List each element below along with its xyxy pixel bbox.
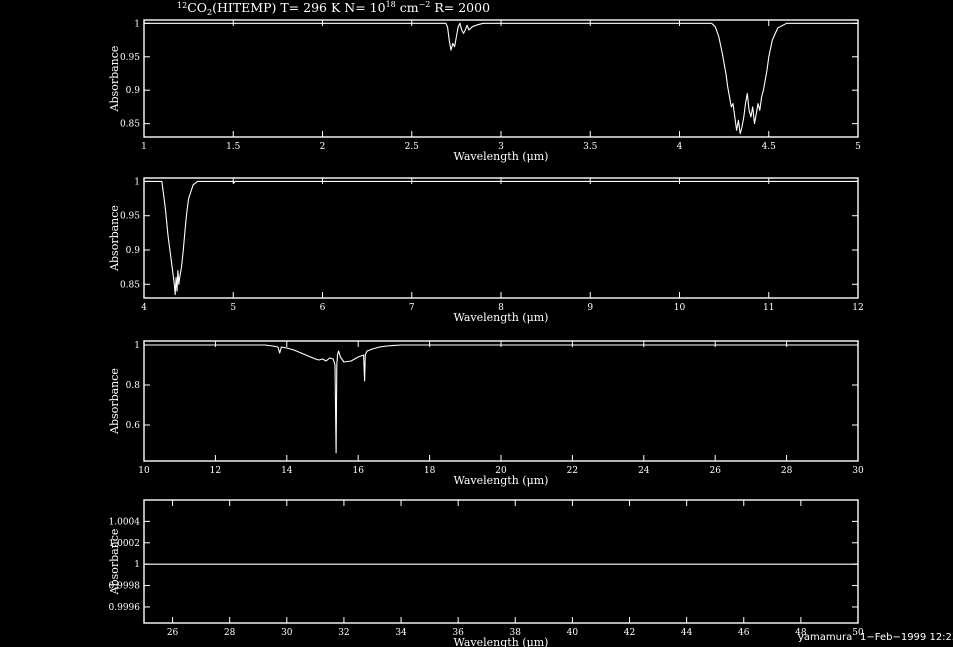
y-tick-label: 0.85 (120, 280, 140, 290)
x-tick-label: 42 (624, 628, 635, 638)
y-tick-label: 0.85 (120, 120, 140, 130)
x-axis-label: Wavelength (μm) (454, 311, 549, 324)
y-tick-label: 0.95 (120, 53, 140, 63)
title-conditions: (HITEMP) T= 296 K N= 10 (212, 0, 386, 15)
x-tick-label: 28 (781, 466, 793, 476)
x-tick-label: 28 (224, 628, 236, 638)
x-tick-label: 6 (320, 303, 326, 313)
panel-4: 26 28 30 32 34 36 38 40 42 44 46 48 500.99960.999811… (108, 499, 864, 647)
x-tick-label: 44 (681, 628, 693, 638)
x-tick-label: 1.5 (226, 142, 241, 152)
x-tick-label: 10 (674, 303, 686, 313)
x-tick-label: 9 (587, 303, 593, 313)
y-tick-label: 0.9 (126, 86, 141, 96)
y-tick-label: 0.95 (120, 212, 140, 222)
panel-3-spectrum-line (144, 344, 858, 454)
y-tick-label: 1 (134, 341, 140, 351)
y-axis-label: Absorbance (108, 46, 121, 113)
spectrum-figure: 12CO2(HITEMP) T= 296 K N= 1018 cm−2 R= 2… (108, 0, 953, 647)
title-isotope: 12 (177, 1, 187, 10)
x-tick-label: 12 (852, 303, 863, 313)
y-axis-label: Absorbance (108, 368, 121, 435)
panel-2-frame (143, 177, 859, 299)
x-tick-label: 26 (709, 466, 721, 476)
x-tick-label: 10 (138, 466, 150, 476)
y-tick-label: 0.8 (126, 381, 141, 391)
x-tick-label: 46 (738, 628, 750, 638)
x-tick-label: 34 (395, 628, 407, 638)
y-tick-label: 1 (134, 177, 140, 187)
panel-1-frame (143, 19, 859, 138)
x-tick-label: 7 (409, 303, 415, 313)
y-tick-label: 0.9 (126, 246, 141, 256)
y-tick-label: 1 (134, 19, 140, 29)
title-column-exponent: 18 (386, 0, 396, 9)
x-tick-label: 11 (763, 303, 774, 313)
x-tick-label: 4 (141, 303, 147, 313)
x-tick-label: 14 (281, 466, 293, 476)
y-tick-label: 0.9996 (109, 603, 141, 613)
title-species: CO (187, 0, 207, 15)
panel-1: 1 1.5 2 2.5 3 3.5 4 4.5 50.850.90.951Wavelength … (108, 19, 861, 163)
panel-4-frame (143, 499, 859, 624)
title-unit: cm (396, 0, 419, 15)
title-unit-exponent: −2 (419, 0, 431, 9)
x-tick-label: 5 (855, 142, 861, 152)
x-tick-label: 40 (567, 628, 579, 638)
x-tick-label: 2.5 (405, 142, 420, 152)
x-tick-label: 16 (352, 466, 364, 476)
y-tick-label: 1 (134, 560, 140, 570)
x-tick-label: 4 (677, 142, 683, 152)
x-tick-label: 26 (167, 628, 179, 638)
x-tick-label: 2 (320, 142, 326, 152)
title-resolution: R= 2000 (430, 0, 490, 15)
x-tick-label: 5 (230, 303, 236, 313)
figure-title: 12CO2(HITEMP) T= 296 K N= 1018 cm−2 R= 2… (177, 0, 490, 17)
x-tick-label: 24 (638, 466, 650, 476)
x-tick-label: 30 (281, 628, 293, 638)
panels: 1 1.5 2 2.5 3 3.5 4 4.5 50.850.90.951Wavelength … (108, 19, 864, 647)
y-tick-label: 1.0004 (109, 517, 141, 527)
panel-3: 10 12 14 16 18 20 22 24 26 28 300.60.81Wavelength … (108, 340, 864, 487)
panel-2-spectrum-line (144, 180, 858, 296)
x-axis-label: Wavelength (μm) (454, 474, 549, 487)
x-tick-label: 30 (852, 466, 864, 476)
x-tick-label: 18 (424, 466, 436, 476)
panel-1-spectrum-line (144, 22, 858, 135)
x-tick-label: 32 (338, 628, 349, 638)
panel-3-frame (143, 340, 859, 462)
x-tick-label: 22 (567, 466, 578, 476)
panel-2: 4 5 6 7 8 9 10 11 120.850.90.951Wavelength (μm)A… (108, 177, 864, 324)
y-tick-label: 0.6 (126, 421, 141, 431)
x-axis-label: Wavelength (μm) (454, 636, 549, 647)
x-tick-label: 3.5 (583, 142, 598, 152)
x-tick-label: 1 (141, 142, 147, 152)
x-axis-label: Wavelength (μm) (454, 150, 549, 163)
footer-date: 1−Feb−1999 12:23 (860, 632, 953, 643)
footer-user: yamamura (798, 632, 852, 643)
y-axis-label: Absorbance (108, 205, 121, 272)
y-axis-label: Absorbance (108, 529, 121, 596)
x-tick-label: 4.5 (762, 142, 777, 152)
x-tick-label: 12 (210, 466, 221, 476)
